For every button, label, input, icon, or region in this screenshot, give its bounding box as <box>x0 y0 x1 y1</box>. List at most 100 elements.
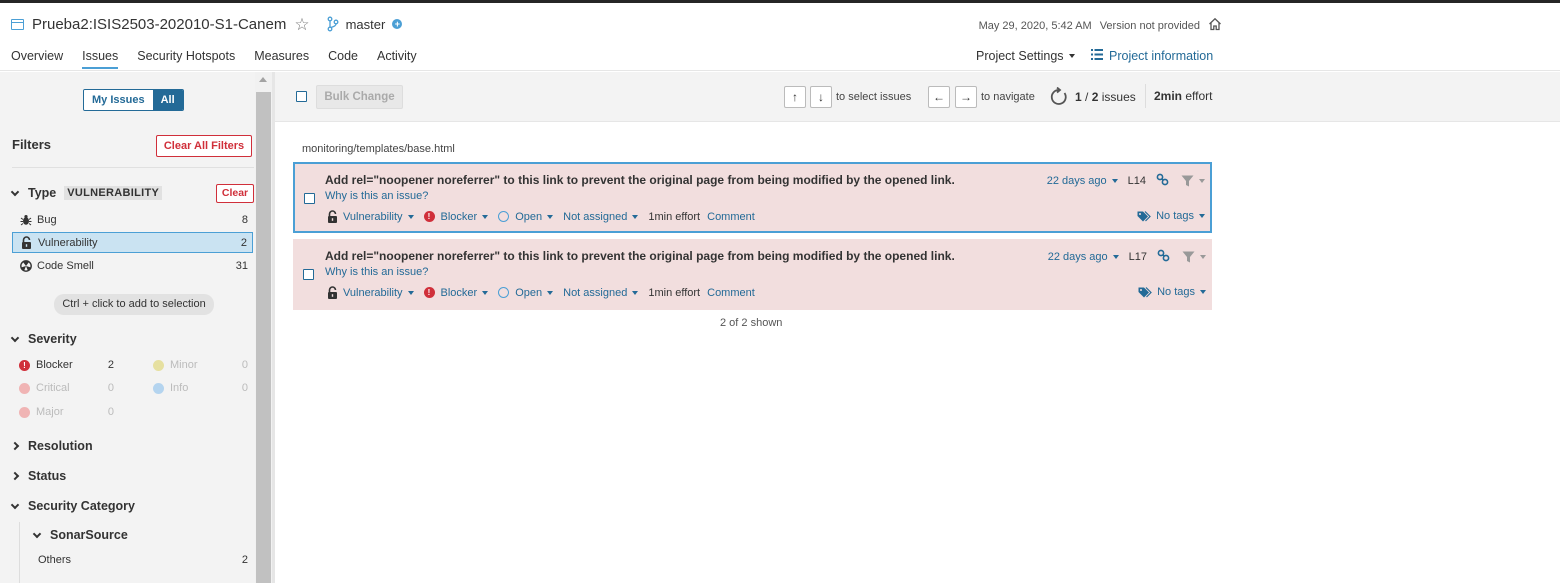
clear-all-filters-button[interactable]: Clear All Filters <box>156 135 252 157</box>
caret-down-icon <box>1199 214 1205 218</box>
issue-effort: 1min effort <box>648 210 701 223</box>
security-category-facet-header[interactable]: Security Category <box>10 499 135 513</box>
all-issues-toggle[interactable]: All <box>152 90 183 110</box>
component-path[interactable]: monitoring/templates/base.html <box>302 143 455 155</box>
facet-item-label: Others <box>38 553 72 566</box>
issue-severity-dropdown[interactable]: ! Blocker <box>423 211 489 223</box>
branch-icon <box>326 16 340 32</box>
severity-count: 0 <box>107 406 114 418</box>
sidebar-scrollbar[interactable] <box>255 72 272 583</box>
resolution-facet-header[interactable]: Resolution <box>10 439 93 453</box>
issue-tags-dropdown[interactable]: No tags <box>1137 210 1205 222</box>
filter-icon[interactable] <box>1182 251 1206 263</box>
issue-assignee-dropdown[interactable]: Not assigned <box>563 211 639 223</box>
issue-message[interactable]: Add rel="noopener noreferrer" to this li… <box>325 249 955 263</box>
issue-checkbox[interactable] <box>304 193 315 204</box>
facet-item-label: Bug <box>37 213 57 226</box>
project-title-row: Prueba2:ISIS2503-202010-S1-Canem ☆ maste… <box>11 14 403 34</box>
lock-icon <box>20 236 33 249</box>
project-settings-menu[interactable]: Project Settings <box>976 49 1075 63</box>
why-is-this-an-issue-link[interactable]: Why is this an issue? <box>325 190 428 202</box>
issue-tags-dropdown[interactable]: No tags <box>1138 286 1206 298</box>
comment-link[interactable]: Comment <box>707 211 755 223</box>
caret-down-icon <box>1199 179 1205 183</box>
issue-status-dropdown[interactable]: Open <box>498 287 554 299</box>
severity-info[interactable]: Info 0 <box>153 382 248 394</box>
branch-name[interactable]: master <box>346 17 386 32</box>
issue-age-dropdown[interactable]: 22 days ago <box>1048 251 1119 263</box>
issue-type-dropdown[interactable]: Vulnerability <box>327 286 414 299</box>
issue-status-dropdown[interactable]: Open <box>498 211 554 223</box>
tab-activity[interactable]: Activity <box>377 49 417 69</box>
facet-item-bug[interactable]: Bug 8 <box>12 209 253 230</box>
severity-major[interactable]: Major 0 <box>19 406 114 418</box>
caret-down-icon <box>632 214 639 219</box>
severity-critical[interactable]: Critical 0 <box>19 382 114 394</box>
tab-measures[interactable]: Measures <box>254 49 309 69</box>
effort-word: effort <box>1182 89 1213 103</box>
permalink-icon[interactable] <box>1157 249 1170 265</box>
project-header: Prueba2:ISIS2503-202010-S1-Canem ☆ maste… <box>0 3 1560 71</box>
tab-overview[interactable]: Overview <box>11 49 63 69</box>
issue-age-dropdown[interactable]: 22 days ago <box>1047 175 1118 187</box>
issue-row[interactable]: Add rel="noopener noreferrer" to this li… <box>293 162 1212 233</box>
issues-toolbar: Bulk Change ↑ ↓ to select issues ← → to … <box>275 72 1560 122</box>
issue-type-dropdown[interactable]: Vulnerability <box>327 210 414 223</box>
issue-row[interactable]: Add rel="noopener noreferrer" to this li… <box>293 239 1212 310</box>
tab-issues[interactable]: Issues <box>82 49 119 69</box>
facet-item-count: 2 <box>240 236 247 249</box>
permalink-icon[interactable] <box>1156 173 1169 189</box>
facet-item-code-smell[interactable]: Code Smell 31 <box>12 255 253 276</box>
facet-item-vulnerability[interactable]: Vulnerability 2 <box>12 232 253 253</box>
issue-severity-dropdown[interactable]: ! Blocker <box>423 287 489 299</box>
issue-checkbox[interactable] <box>303 269 314 280</box>
issue-right-meta: 22 days ago L14 <box>1047 173 1205 189</box>
status-facet-header[interactable]: Status <box>10 469 67 483</box>
star-icon[interactable]: ☆ <box>294 16 309 33</box>
reload-icon[interactable] <box>1049 86 1069 110</box>
why-is-this-an-issue-link[interactable]: Why is this an issue? <box>325 266 428 278</box>
add-branch-icon[interactable]: + <box>392 19 403 29</box>
bulk-change-button[interactable]: Bulk Change <box>316 85 403 109</box>
severity-facet-header[interactable]: Severity <box>10 332 77 346</box>
project-title[interactable]: Prueba2:ISIS2503-202010-S1-Canem <box>32 16 286 33</box>
issue-assignee-dropdown[interactable]: Not assigned <box>563 287 639 299</box>
resolution-facet-title: Resolution <box>28 439 93 453</box>
project-information-link[interactable]: Project information <box>1091 49 1213 63</box>
severity-label: Major <box>36 406 64 418</box>
status-facet-title: Status <box>28 469 67 483</box>
minor-icon <box>153 359 164 371</box>
issue-age-label: 22 days ago <box>1047 251 1108 263</box>
my-issues-toggle[interactable]: My Issues <box>84 90 153 110</box>
severity-minor[interactable]: Minor 0 <box>153 359 248 371</box>
comment-link[interactable]: Comment <box>707 287 755 299</box>
scrollbar-thumb[interactable] <box>256 92 271 583</box>
chevron-down-icon <box>10 187 20 196</box>
blocker-icon: ! <box>423 287 435 298</box>
multi-select-hint: Ctrl + click to add to selection <box>54 294 214 315</box>
filter-icon[interactable] <box>1181 175 1205 187</box>
issue-message[interactable]: Add rel="noopener noreferrer" to this li… <box>325 173 955 187</box>
analysis-date: May 29, 2020, 5:42 AM <box>978 19 1092 32</box>
scroll-up-arrow-icon[interactable] <box>259 77 267 82</box>
tab-security-hotspots[interactable]: Security Hotspots <box>137 49 235 69</box>
tab-code[interactable]: Code <box>328 49 358 69</box>
issue-type-label: Vulnerability <box>343 286 403 299</box>
critical-icon <box>19 382 30 394</box>
issue-line: L14 <box>1127 175 1146 187</box>
facet-item-others[interactable]: Others 2 <box>31 549 253 570</box>
sonarsource-facet-header[interactable]: SonarSource <box>32 528 128 542</box>
issue-meta: Vulnerability ! Blocker Open Not assigne… <box>327 286 755 299</box>
type-facet-header[interactable]: Type VULNERABILITY <box>10 186 163 200</box>
chevron-right-icon <box>10 471 20 481</box>
clear-type-filter-button[interactable]: Clear <box>216 184 254 203</box>
facet-item-count: 2 <box>241 553 248 566</box>
select-all-checkbox[interactable] <box>296 91 307 102</box>
info-icon <box>153 382 164 394</box>
key-down-icon: ↓ <box>810 86 832 108</box>
type-facet-title: Type <box>28 186 57 200</box>
severity-blocker[interactable]: ! Blocker 2 <box>19 359 114 371</box>
severity-label: Blocker <box>36 359 73 371</box>
version-text: Version not provided <box>1099 19 1200 32</box>
home-icon[interactable] <box>1208 17 1222 34</box>
